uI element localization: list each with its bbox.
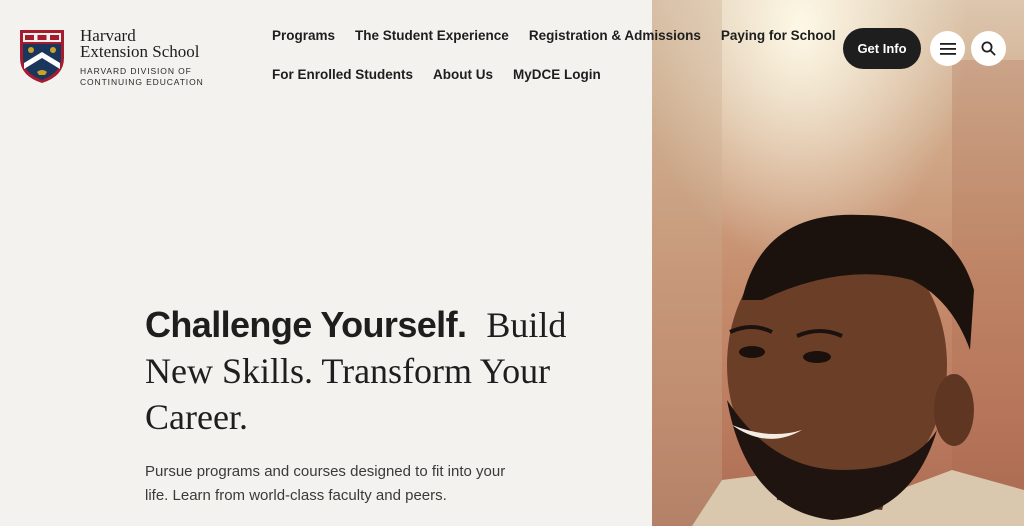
hero-section: Challenge Yourself. Build New Skills. Tr… bbox=[145, 302, 615, 508]
nav-row-primary: Programs The Student Experience Registra… bbox=[272, 28, 836, 46]
nav-link-paying-for-school[interactable]: Paying for School bbox=[721, 28, 836, 46]
hero-headline-bold: Challenge Yourself. bbox=[145, 304, 467, 345]
nav-link-student-experience[interactable]: The Student Experience bbox=[355, 28, 509, 46]
search-icon bbox=[981, 41, 996, 56]
get-info-button[interactable]: Get Info bbox=[843, 28, 921, 69]
menu-button[interactable] bbox=[930, 31, 965, 66]
brand-logo[interactable]: Harvard Extension School HARVARD DIVISIO… bbox=[18, 27, 204, 88]
main-nav: Programs The Student Experience Registra… bbox=[272, 28, 836, 85]
brand-division-line1: HARVARD DIVISION OF bbox=[80, 66, 192, 76]
brand-division: HARVARD DIVISION OF CONTINUING EDUCATION bbox=[80, 66, 204, 88]
brand-name-line2: Extension School bbox=[80, 42, 200, 61]
harvard-shield-icon bbox=[20, 30, 64, 83]
search-button[interactable] bbox=[971, 31, 1006, 66]
brand-division-line2: CONTINUING EDUCATION bbox=[80, 77, 204, 87]
nav-link-mydce-login[interactable]: MyDCE Login bbox=[513, 67, 601, 85]
hamburger-menu-icon bbox=[939, 42, 956, 55]
nav-link-about-us[interactable]: About Us bbox=[433, 67, 493, 85]
hero-headline: Challenge Yourself. Build New Skills. Tr… bbox=[145, 302, 615, 440]
nav-link-registration-admissions[interactable]: Registration & Admissions bbox=[529, 28, 701, 46]
nav-link-programs[interactable]: Programs bbox=[272, 28, 335, 46]
nav-row-secondary: For Enrolled Students About Us MyDCE Log… bbox=[272, 67, 812, 85]
hero-subtext: Pursue programs and courses designed to … bbox=[145, 463, 506, 504]
nav-link-enrolled-students[interactable]: For Enrolled Students bbox=[272, 67, 413, 85]
